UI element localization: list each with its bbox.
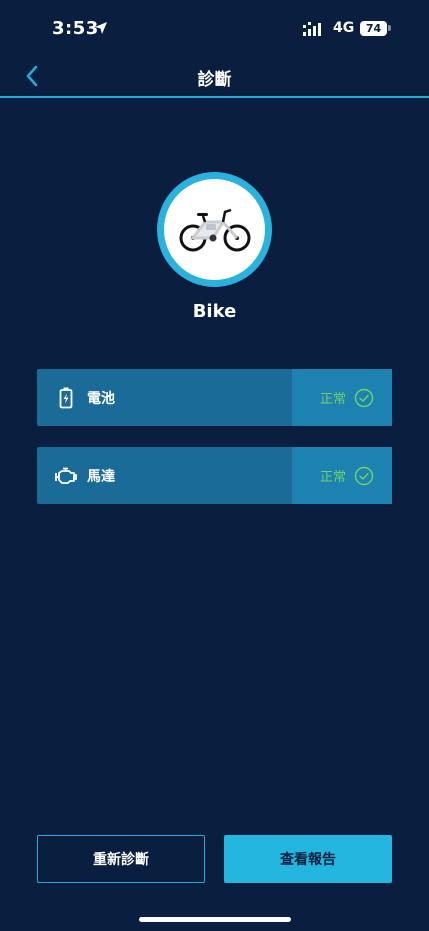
battery-charging-icon [55,387,77,409]
view-report-button[interactable]: 查看報告 [224,835,392,883]
motor-icon [55,465,77,487]
cellular-signal-icon [303,22,321,36]
diagnostic-main: 馬達 [37,447,292,504]
diagnostic-status-box: 正常 [292,447,392,504]
status-time: 3:53 [52,18,99,39]
home-indicator[interactable] [139,917,291,922]
rediagnose-button[interactable]: 重新診斷 [37,835,205,883]
diagnostic-row-motor: 馬達 正常 [37,447,392,504]
bike-icon [179,208,250,251]
nav-bar: 診斷 [0,58,429,98]
status-bar: 3:53 4G 74 [0,0,429,58]
page-title: 診斷 [197,70,232,90]
battery-level: 74 [360,21,387,36]
diagnostic-status: 正常 [319,392,346,407]
location-arrow-icon [95,22,107,34]
battery-tip [388,25,391,31]
device-name: Bike [192,301,237,322]
check-circle-icon [354,466,374,485]
check-circle-icon [354,388,374,407]
diagnostic-label: 電池 [87,390,115,407]
device-avatar [157,172,272,287]
network-type: 4G [333,20,355,36]
diagnostic-status: 正常 [319,470,346,485]
diagnostic-row-battery: 電池 正常 [37,369,392,426]
device-avatar-inner [164,179,265,280]
diagnostic-main: 電池 [37,369,292,426]
diagnostic-label: 馬達 [87,468,115,485]
diagnostic-status-box: 正常 [292,369,392,426]
